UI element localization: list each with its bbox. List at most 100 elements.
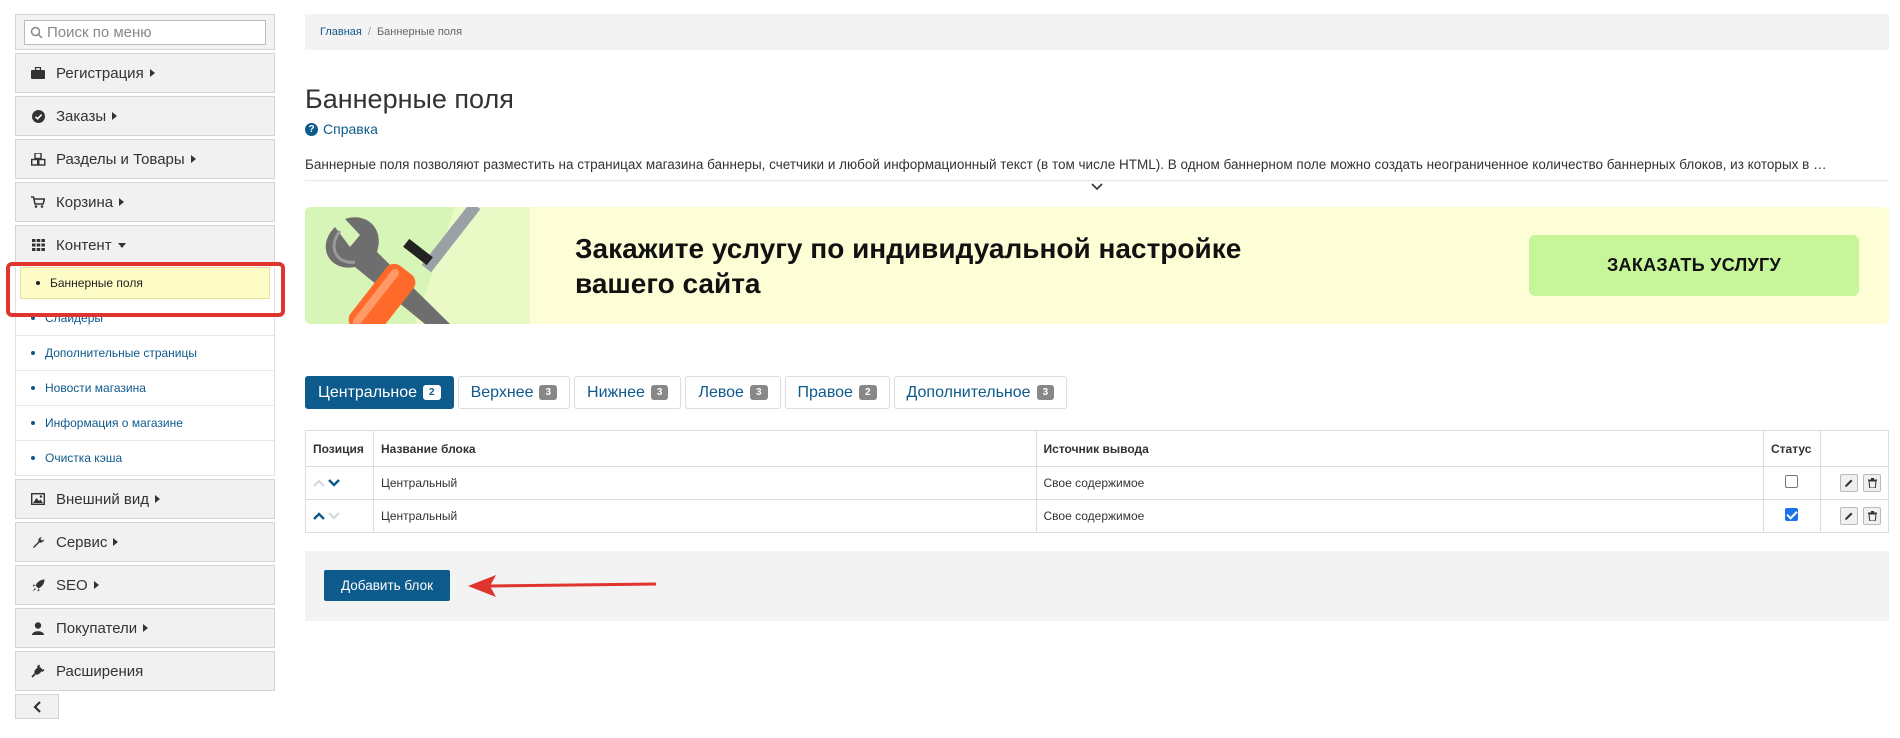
sidebar-item-orders[interactable]: Заказы <box>15 96 275 136</box>
tab-label: Левое <box>698 383 744 401</box>
position-cell <box>305 499 374 533</box>
tab-count-badge: 3 <box>1036 385 1055 400</box>
cubes-icon <box>30 151 46 167</box>
tab-additional[interactable]: Дополнительное 3 <box>893 376 1068 409</box>
tab-central[interactable]: Центральное 2 <box>305 376 454 409</box>
menu-search-input[interactable]: Поиск по меню <box>24 20 266 45</box>
table-row: Центральный Свое содержимое <box>305 466 1890 500</box>
sidebar-item-label: Расширения <box>56 662 144 680</box>
table-footer-panel: Добавить блок <box>305 551 1889 621</box>
content-submenu: Баннерные поля Слайдеры Дополнительные с… <box>15 267 275 476</box>
sidebar-item-appearance[interactable]: Внешний вид <box>15 479 275 519</box>
column-header-status: Статус <box>1763 430 1821 467</box>
annotation-arrow-icon <box>468 575 657 597</box>
sidebar: Поиск по меню Регистрация Заказы Разделы… <box>15 14 275 719</box>
tab-top[interactable]: Верхнее 3 <box>457 376 571 409</box>
grid-icon <box>30 237 46 253</box>
menu-search-placeholder: Поиск по меню <box>47 24 152 41</box>
table-row: Центральный Свое содержимое <box>305 499 1890 533</box>
banner-headline-line2: вашего сайта <box>575 268 761 299</box>
block-name-cell: Центральный <box>372 499 1037 533</box>
actions-cell <box>1819 466 1890 500</box>
tab-label: Нижнее <box>587 383 645 401</box>
move-up-icon <box>313 479 325 487</box>
status-cell <box>1763 499 1821 533</box>
tab-right[interactable]: Правое 2 <box>784 376 890 409</box>
trash-icon <box>1867 511 1877 521</box>
chevron-left-icon <box>32 700 41 713</box>
sidebar-item-content[interactable]: Контент <box>15 225 275 265</box>
move-down-icon <box>328 512 340 520</box>
sidebar-item-cart[interactable]: Корзина <box>15 182 275 222</box>
sidebar-item-registration[interactable]: Регистрация <box>15 53 275 93</box>
breadcrumb: Главная / Баннерные поля <box>305 14 1889 50</box>
submenu-item-banner-fields[interactable]: Баннерные поля <box>20 267 270 299</box>
move-up-icon[interactable] <box>313 512 325 520</box>
user-icon <box>30 620 46 636</box>
caret-right-icon <box>112 112 118 120</box>
tab-label: Центральное <box>318 383 417 401</box>
delete-button[interactable] <box>1863 474 1881 492</box>
sidebar-collapse-button[interactable] <box>15 694 59 719</box>
add-block-button[interactable]: Добавить блок <box>324 570 450 601</box>
caret-right-icon <box>93 581 99 589</box>
question-circle-icon: ? <box>305 122 318 136</box>
help-link[interactable]: ? Справка <box>305 121 1889 137</box>
cart-icon <box>30 194 46 210</box>
tab-count-badge: 3 <box>539 385 558 400</box>
breadcrumb-separator: / <box>367 26 371 38</box>
help-link-label: Справка <box>323 121 378 137</box>
edit-button[interactable] <box>1839 474 1858 492</box>
wrench-icon <box>30 534 46 550</box>
sidebar-item-extensions[interactable]: Расширения <box>15 651 275 691</box>
sidebar-item-service[interactable]: Сервис <box>15 522 275 562</box>
sidebar-item-label: Контент <box>56 236 112 254</box>
check-circle-icon <box>30 108 46 124</box>
actions-cell <box>1819 499 1890 533</box>
sidebar-item-customers[interactable]: Покупатели <box>15 608 275 648</box>
tab-count-badge: 3 <box>749 385 768 400</box>
tab-left[interactable]: Левое 3 <box>685 376 781 409</box>
banner-headline-line1: Закажите услугу по индивидуальной настро… <box>575 233 1242 264</box>
delete-button[interactable] <box>1863 507 1881 525</box>
move-down-icon[interactable] <box>328 479 340 487</box>
submenu-item-store-info[interactable]: Информация о магазине <box>16 406 274 441</box>
sidebar-item-label: Корзина <box>56 193 114 211</box>
sidebar-item-catalog[interactable]: Разделы и Товары <box>15 139 275 179</box>
banner-blocks-table: Позиция Название блока Источник вывода С… <box>305 430 1890 533</box>
column-header-name: Название блока <box>372 430 1037 467</box>
sidebar-item-label: Заказы <box>56 107 107 125</box>
banner-headline: Закажите услугу по индивидуальной настро… <box>575 231 1375 301</box>
expand-description-button[interactable] <box>305 183 1889 191</box>
sidebar-item-label: Сервис <box>56 533 108 551</box>
main-content: Главная / Баннерные поля Баннерные поля … <box>305 14 1890 621</box>
trash-icon <box>1867 478 1877 488</box>
column-header-position: Позиция <box>305 430 374 467</box>
edit-button[interactable] <box>1839 507 1858 525</box>
page-title: Баннерные поля <box>305 84 514 114</box>
order-service-button[interactable]: ЗАКАЗАТЬ УСЛУГУ <box>1529 235 1859 296</box>
submenu-item-store-news[interactable]: Новости магазина <box>16 371 274 406</box>
promo-banner: Закажите услугу по индивидуальной настро… <box>305 207 1889 324</box>
pencil-icon <box>1844 479 1853 487</box>
block-source-cell: Свое содержимое <box>1035 466 1765 500</box>
tab-bottom[interactable]: Нижнее 3 <box>574 376 682 409</box>
sidebar-item-label: Разделы и Товары <box>56 150 185 168</box>
sidebar-item-seo[interactable]: SEO <box>15 565 275 605</box>
description-divider <box>305 180 1889 181</box>
status-checkbox[interactable] <box>1785 508 1799 521</box>
caret-right-icon <box>190 155 196 163</box>
breadcrumb-current: Баннерные поля <box>376 26 463 38</box>
submenu-item-sliders[interactable]: Слайдеры <box>16 301 274 336</box>
search-icon <box>30 26 43 39</box>
sidebar-item-label: Покупатели <box>56 619 138 637</box>
status-checkbox[interactable] <box>1785 475 1799 488</box>
breadcrumb-home-link[interactable]: Главная <box>320 26 362 38</box>
submenu-item-clear-cache[interactable]: Очистка кэша <box>16 441 274 476</box>
caret-right-icon <box>154 495 160 503</box>
tab-label: Правое <box>797 383 853 401</box>
image-icon <box>30 491 46 507</box>
sidebar-item-label: SEO <box>56 576 88 594</box>
submenu-item-extra-pages[interactable]: Дополнительные страницы <box>16 336 274 371</box>
tab-label: Верхнее <box>470 383 534 401</box>
